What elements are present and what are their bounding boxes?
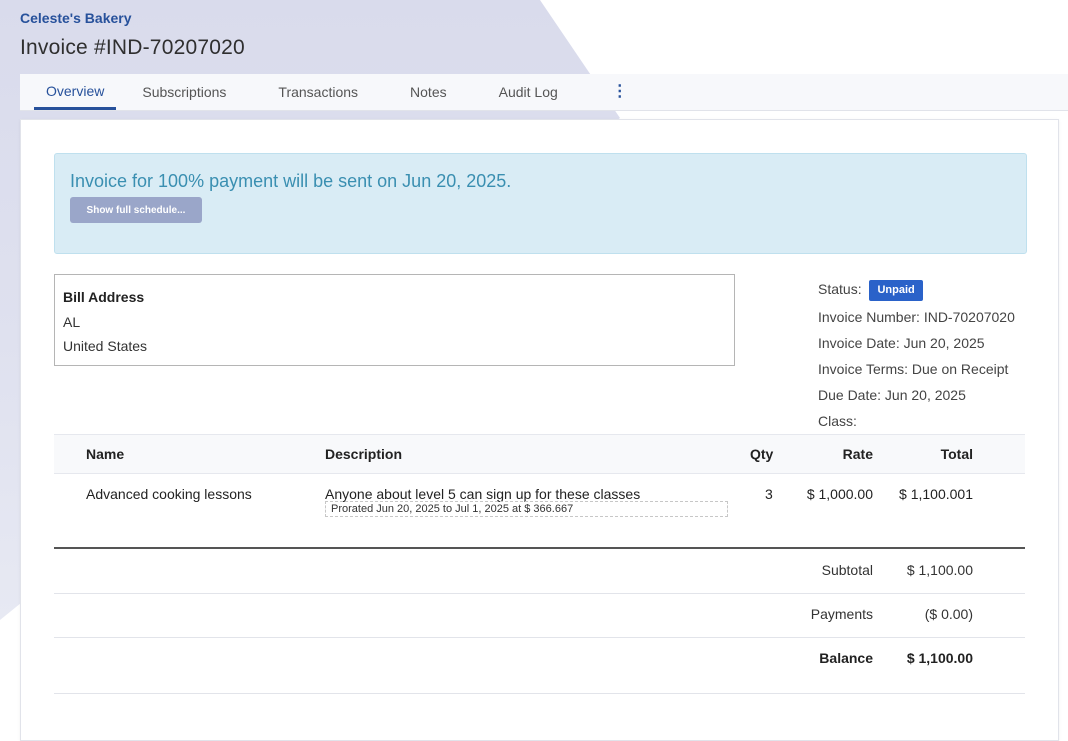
- bill-address-line-2: United States: [63, 338, 148, 354]
- balance-label: Balance: [819, 650, 873, 666]
- invoice-card: Invoice for 100% payment will be sent on…: [20, 119, 1059, 741]
- payments-label: Payments: [810, 606, 873, 622]
- tab-bar: Overview Subscriptions Transactions Note…: [20, 74, 1068, 111]
- invoice-number: Invoice Number: IND-70207020: [818, 309, 1015, 325]
- header-description: Description: [325, 446, 403, 462]
- page-title: Invoice #IND-70207020: [20, 36, 245, 59]
- tab-notes[interactable]: Notes: [398, 74, 459, 110]
- line-items-header: Name Description Qty Rate Total: [54, 434, 1025, 474]
- item-qty: 3: [765, 486, 773, 502]
- invoice-terms: Invoice Terms: Due on Receipt: [818, 361, 1009, 377]
- subtotal-label: Subtotal: [821, 562, 873, 578]
- status-label: Status:: [818, 281, 862, 297]
- header-rate: Rate: [842, 446, 873, 462]
- payments-value: ($ 0.00): [924, 606, 973, 622]
- tab-overview[interactable]: Overview: [34, 74, 117, 110]
- show-schedule-button[interactable]: Show full schedule...: [70, 197, 202, 223]
- class-field: Class:: [818, 413, 857, 429]
- subtotal-row: Subtotal $ 1,100.00: [54, 549, 1025, 594]
- invoice-date: Invoice Date: Jun 20, 2025: [818, 335, 985, 351]
- status-row: Status: Unpaid: [818, 274, 1038, 304]
- bill-address-title: Bill Address: [63, 289, 145, 305]
- balance-row: Balance $ 1,100.00: [54, 637, 1025, 694]
- more-tabs-button[interactable]: ⋮: [600, 74, 628, 110]
- schedule-alert: Invoice for 100% payment will be sent on…: [54, 153, 1027, 254]
- header-total: Total: [940, 446, 973, 462]
- item-description: Anyone about level 5 can sign up for the…: [325, 486, 641, 502]
- balance-value: $ 1,100.00: [906, 650, 973, 666]
- alert-text: Invoice for 100% payment will be sent on…: [70, 171, 512, 191]
- tab-subscriptions[interactable]: Subscriptions: [130, 74, 238, 110]
- table-row: Advanced cooking lessons Anyone about le…: [54, 472, 1025, 546]
- payments-row: Payments ($ 0.00): [54, 593, 1025, 638]
- tab-transactions[interactable]: Transactions: [266, 74, 370, 110]
- subtotal-value: $ 1,100.00: [906, 562, 973, 578]
- item-total: $ 1,100.001: [899, 486, 973, 502]
- status-badge: Unpaid: [869, 280, 923, 301]
- header-name: Name: [86, 446, 125, 462]
- tab-audit-log[interactable]: Audit Log: [487, 74, 570, 110]
- page-header: Celeste's Bakery Invoice #IND-70207020: [20, 10, 245, 60]
- company-name[interactable]: Celeste's Bakery: [20, 10, 245, 26]
- proration-note: Prorated Jun 20, 2025 to Jul 1, 2025 at …: [325, 501, 728, 517]
- item-name: Advanced cooking lessons: [86, 486, 252, 502]
- due-date: Due Date: Jun 20, 2025: [818, 387, 966, 403]
- invoice-meta: Status: Unpaid Invoice Number: IND-70207…: [818, 274, 1038, 434]
- header-qty: Qty: [750, 446, 774, 462]
- vertical-ellipsis-icon: ⋮: [611, 83, 628, 100]
- item-rate: $ 1,000.00: [806, 486, 873, 502]
- bill-address-line-1: AL: [63, 314, 81, 330]
- bill-address-box: Bill Address AL United States: [54, 274, 735, 366]
